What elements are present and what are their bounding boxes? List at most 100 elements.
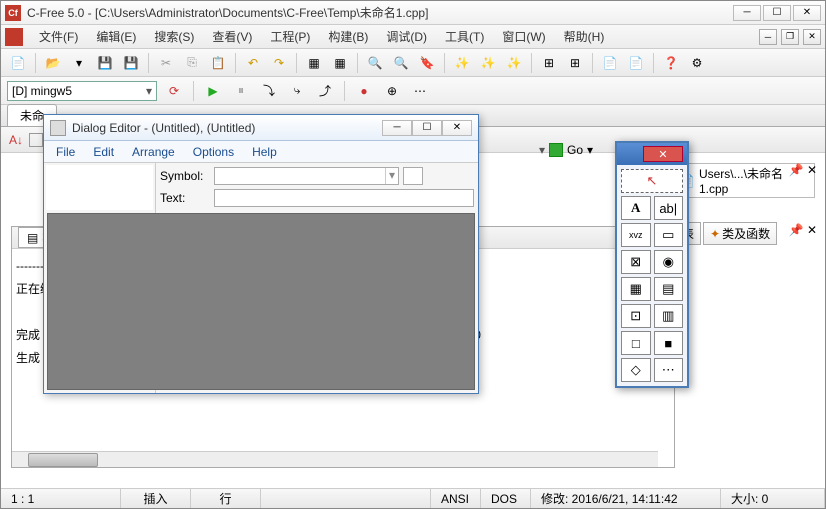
tab-right-class[interactable]: ✦类及函数	[703, 222, 777, 245]
tool-custom[interactable]: ⋯	[654, 358, 684, 382]
dlg-menu-help[interactable]: Help	[244, 143, 285, 161]
go-dropdown-icon[interactable]: ▾	[587, 143, 593, 157]
project2-icon[interactable]: ▦	[329, 52, 351, 74]
tool-combo[interactable]: ▦	[621, 277, 651, 301]
menu-window[interactable]: 窗口(W)	[494, 26, 553, 47]
redo-icon[interactable]: ↷	[268, 52, 290, 74]
sort-icon[interactable]: A↓	[9, 133, 23, 147]
compiler-select[interactable]: [D] mingw5	[7, 81, 157, 101]
app-menu-icon[interactable]	[5, 28, 23, 46]
dialog-close-button[interactable]: ✕	[442, 120, 472, 136]
menu-debug[interactable]: 调试(D)	[378, 26, 435, 47]
wand-icon[interactable]: ✨	[451, 52, 473, 74]
dlg-menu-file[interactable]: File	[48, 143, 83, 161]
copy-icon[interactable]: ⎘	[181, 52, 203, 74]
mdi-close-button[interactable]: ✕	[803, 29, 821, 45]
tool-rect[interactable]: ■	[654, 331, 684, 355]
symbol-extra-button[interactable]	[403, 167, 423, 185]
menu-tools[interactable]: 工具(T)	[437, 26, 492, 47]
find-files-icon[interactable]: 🔍	[390, 52, 412, 74]
text-input[interactable]	[214, 189, 474, 207]
pin2-icon[interactable]: 📌	[789, 223, 804, 237]
props-icon[interactable]: ⊞	[538, 52, 560, 74]
open-icon[interactable]: 📂	[42, 52, 64, 74]
status-mod: 修改: 2016/6/21, 14:11:42	[531, 489, 721, 508]
minimize-button[interactable]: ─	[733, 5, 761, 21]
new-file-icon[interactable]: 📄	[7, 52, 29, 74]
paste-icon[interactable]: 📋	[207, 52, 229, 74]
breakpoint-icon[interactable]: ●	[353, 80, 375, 102]
menu-help[interactable]: 帮助(H)	[556, 26, 613, 47]
close-pane-icon[interactable]: ✕	[807, 163, 817, 177]
palette-title-bar[interactable]: ✕	[617, 143, 687, 165]
dialog-editor-window[interactable]: Dialog Editor - (Untitled), (Untitled) ─…	[43, 114, 479, 394]
find-icon[interactable]: 🔍	[364, 52, 386, 74]
tool-edit[interactable]: ab|	[654, 196, 684, 220]
menu-edit[interactable]: 编辑(E)	[88, 26, 144, 47]
palette-close-button[interactable]: ✕	[643, 146, 683, 162]
window-title: C-Free 5.0 - [C:\Users\Administrator\Doc…	[27, 4, 733, 21]
opt2-icon[interactable]: 📄	[625, 52, 647, 74]
watch-icon[interactable]: ⊕	[381, 80, 403, 102]
run-icon[interactable]: ▶	[202, 80, 224, 102]
menu-build[interactable]: 构建(B)	[320, 26, 376, 47]
bookmark-icon[interactable]: 🔖	[416, 52, 438, 74]
filter-icon[interactable]	[29, 133, 43, 147]
symbol-combo[interactable]	[214, 167, 399, 185]
output-scrollbar[interactable]	[12, 451, 658, 467]
dialog-min-button[interactable]: ─	[382, 120, 412, 136]
help-icon[interactable]: ❓	[660, 52, 682, 74]
save-all-icon[interactable]: 💾	[120, 52, 142, 74]
main-toolbar: 📄 📂 ▾ 💾 💾 ✂ ⎘ 📋 ↶ ↷ ▦ ▦ 🔍 🔍 🔖 ✨ ✨ ✨ ⊞ ⊞ …	[1, 49, 825, 77]
menu-view[interactable]: 查看(V)	[204, 26, 260, 47]
misc-icon[interactable]: ⋯	[409, 80, 431, 102]
tool-pointer[interactable]: ↖	[621, 169, 683, 193]
dropdown-icon[interactable]: ▾	[539, 143, 545, 157]
tool-checkbox[interactable]: ⊠	[621, 250, 651, 274]
refresh-icon[interactable]: ⟳	[163, 80, 185, 102]
mdi-restore-button[interactable]: ❐	[781, 29, 799, 45]
step-out-icon[interactable]: ⤴	[314, 80, 336, 102]
close-pane2-icon[interactable]: ✕	[807, 223, 817, 237]
right-pane: 📄 Users\...\未命名1.cpp 表 ✦类及函数 📌 ✕ 📌 ✕	[675, 163, 815, 245]
dlg-menu-arrange[interactable]: Arrange	[124, 143, 183, 161]
open-dropdown-icon[interactable]: ▾	[68, 52, 90, 74]
mdi-min-button[interactable]: ─	[759, 29, 777, 45]
dlg-menu-edit[interactable]: Edit	[85, 143, 122, 161]
tool-palette[interactable]: ✕ ↖ A ab| xvz ▭ ⊠ ◉ ▦ ▤ ⊡ ▥ □ ■ ◇ ⋯	[615, 141, 689, 388]
cut-icon[interactable]: ✂	[155, 52, 177, 74]
props2-icon[interactable]: ⊞	[564, 52, 586, 74]
tool-frame[interactable]: □	[621, 331, 651, 355]
dlg-menu-options[interactable]: Options	[185, 143, 242, 161]
tool-list[interactable]: ▤	[654, 277, 684, 301]
tool-radio[interactable]: ◉	[654, 250, 684, 274]
tool-group[interactable]: xvz	[621, 223, 651, 247]
menu-project[interactable]: 工程(P)	[262, 26, 318, 47]
status-enc: ANSI	[431, 489, 481, 508]
pin-icon[interactable]: 📌	[789, 163, 804, 177]
step-over-icon[interactable]: ⤵	[258, 80, 280, 102]
dialog-title-bar[interactable]: Dialog Editor - (Untitled), (Untitled) ─…	[44, 115, 478, 141]
go-icon[interactable]	[549, 143, 563, 157]
close-button[interactable]: ✕	[793, 5, 821, 21]
tool-icon[interactable]: ◇	[621, 358, 651, 382]
tool-button[interactable]: ▭	[654, 223, 684, 247]
tool-vscroll[interactable]: ▥	[654, 304, 684, 328]
maximize-button[interactable]: ☐	[763, 5, 791, 21]
wand3-icon[interactable]: ✨	[503, 52, 525, 74]
pause-icon[interactable]: ⏸	[230, 80, 252, 102]
wand2-icon[interactable]: ✨	[477, 52, 499, 74]
menu-search[interactable]: 搜索(S)	[146, 26, 202, 47]
tool-static-text[interactable]: A	[621, 196, 651, 220]
dialog-menu: File Edit Arrange Options Help	[44, 141, 478, 163]
save-icon[interactable]: 💾	[94, 52, 116, 74]
menu-file[interactable]: 文件(F)	[31, 26, 86, 47]
undo-icon[interactable]: ↶	[242, 52, 264, 74]
dialog-canvas[interactable]	[47, 213, 475, 390]
tool-hscroll[interactable]: ⊡	[621, 304, 651, 328]
opt1-icon[interactable]: 📄	[599, 52, 621, 74]
project-icon[interactable]: ▦	[303, 52, 325, 74]
settings-icon[interactable]: ⚙	[686, 52, 708, 74]
dialog-max-button[interactable]: ☐	[412, 120, 442, 136]
step-into-icon[interactable]: ⤷	[286, 80, 308, 102]
